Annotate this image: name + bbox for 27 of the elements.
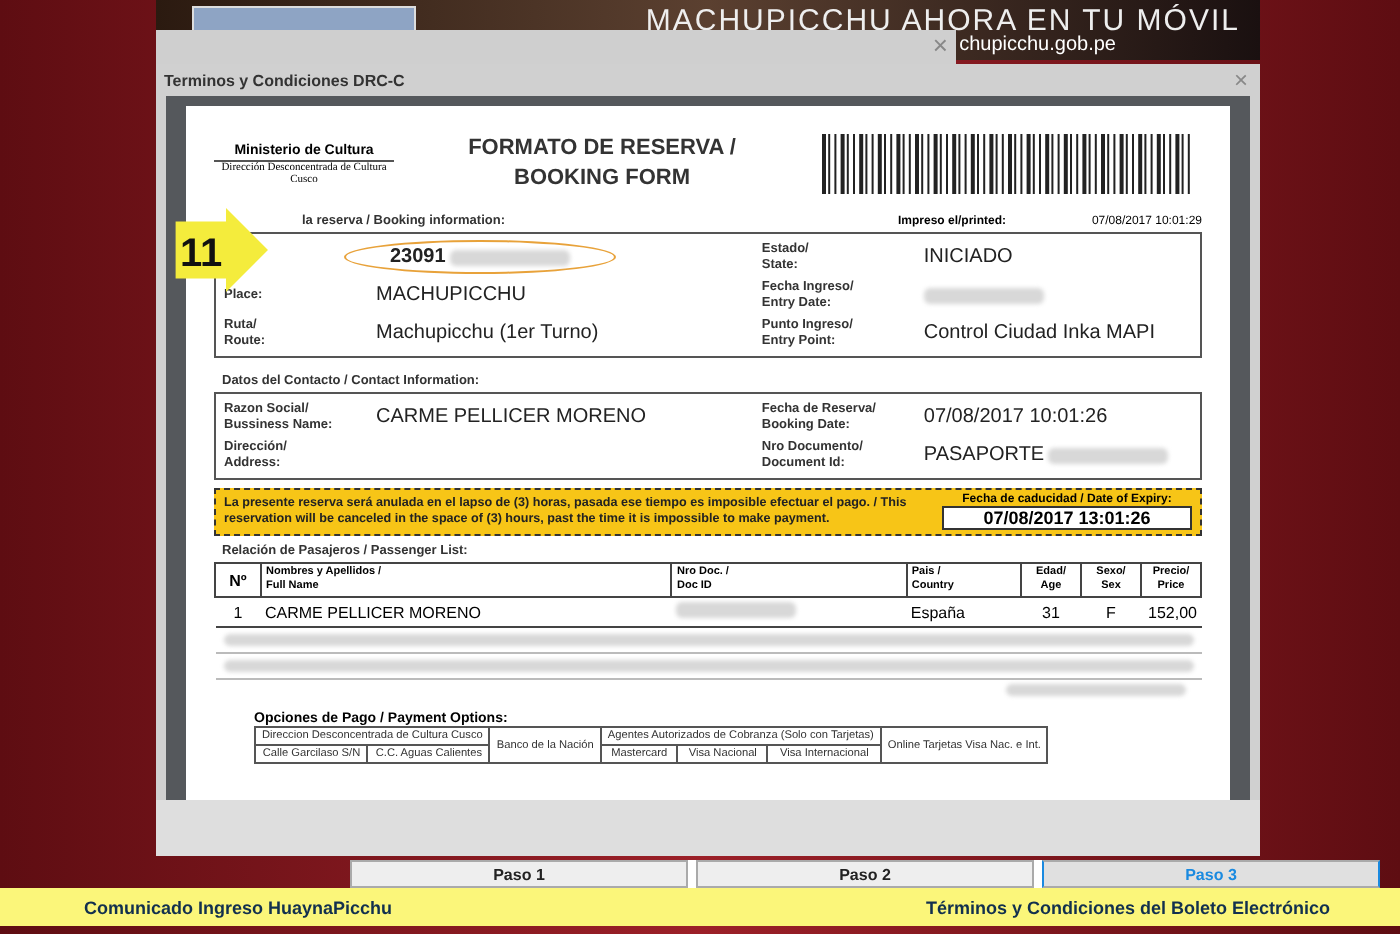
field-value: Machupicchu (1er Turno) <box>376 322 599 344</box>
table-cell: F <box>1081 597 1141 627</box>
blurred-text <box>675 602 796 618</box>
field-value: 07/08/2017 10:01:26 <box>923 406 1108 428</box>
blurred-text <box>1048 447 1169 463</box>
blurred-text <box>923 287 1044 303</box>
expiry-value: 07/08/2017 13:01:26 <box>942 506 1192 530</box>
form-title: FORMATO DE RESERVA / BOOKING FORM <box>466 134 738 194</box>
dialog-title: Terminos y Condiciones DRC-C <box>164 71 405 89</box>
field-value: INICIADO <box>923 246 1013 268</box>
field-value: PASAPORTE <box>923 444 1045 466</box>
step-tab[interactable]: Paso 1 <box>350 860 688 888</box>
blurred-text <box>449 249 570 265</box>
field-value: MACHUPICCHU <box>376 284 526 306</box>
field-value: 23091 <box>390 246 446 268</box>
banner-url: chupicchu.gob.pe <box>959 34 1116 56</box>
link[interactable]: Comunicado Ingreso HuaynaPicchu <box>84 897 393 917</box>
table-cell: 152,00 <box>1141 597 1201 627</box>
link[interactable]: Términos y Condiciones del Boleto Electrónico <box>925 897 1330 917</box>
column-header: Nº <box>215 563 261 597</box>
table-cell: 1 <box>215 597 261 627</box>
field-value: Control Ciudad Inka MAPI <box>923 322 1156 344</box>
field-value: CARME PELLICER MORENO <box>376 406 647 428</box>
table-cell: CARME PELLICER MORENO <box>261 597 672 627</box>
table-cell: 31 <box>1021 597 1081 627</box>
step-tab[interactable]: Paso 2 <box>696 860 1034 888</box>
table-cell: España <box>906 597 1021 627</box>
